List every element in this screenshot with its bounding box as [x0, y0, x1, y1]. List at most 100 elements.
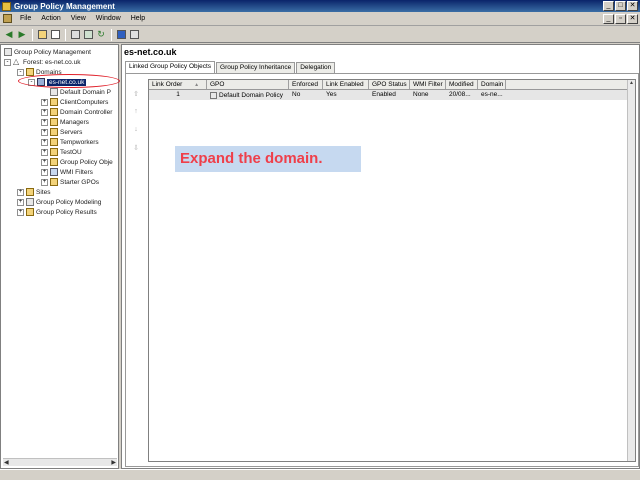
tree-item-starter-gpos[interactable]: + Starter GPOs — [41, 177, 99, 187]
expand-icon[interactable]: + — [41, 128, 48, 136]
expand-icon[interactable]: + — [41, 168, 48, 176]
cell-enforced: No — [292, 91, 301, 98]
help-icon[interactable] — [115, 29, 127, 41]
expand-icon[interactable]: + — [41, 98, 48, 106]
instruction-callout: Expand the domain. — [175, 146, 361, 172]
move-up-icon[interactable]: ↑ — [132, 108, 140, 126]
tree-item-ou[interactable]: + ClientComputers — [41, 97, 108, 107]
link-order-buttons: ⇧ ↑ ↓ ⇩ — [132, 90, 140, 162]
menu-file[interactable]: File — [15, 15, 36, 22]
child-window-controls: _ ▫ ✕ — [603, 14, 638, 24]
gpmc-app-icon — [2, 1, 11, 11]
tree-label: Managers — [60, 118, 89, 126]
menu-window[interactable]: Window — [91, 15, 126, 22]
move-down-icon[interactable]: ↓ — [132, 126, 140, 144]
show-tree-icon[interactable] — [49, 29, 61, 41]
properties-icon[interactable] — [69, 29, 81, 41]
window-controls: _ □ ✕ — [603, 1, 638, 11]
tree-item-forest[interactable]: - △ Forest: es-net.co.uk — [4, 57, 80, 67]
highlight-circle — [18, 74, 120, 88]
cell-modified: 20/08... — [449, 91, 471, 98]
tree-item-group-policy-objects[interactable]: + Group Policy Obje — [41, 157, 113, 167]
scroll-right-icon[interactable]: ▶ — [110, 459, 117, 466]
close-button[interactable]: ✕ — [627, 1, 638, 11]
maximize-button[interactable]: □ — [615, 1, 626, 11]
scope-title: es-net.co.uk — [124, 47, 177, 57]
scroll-left-icon[interactable]: ◀ — [3, 459, 10, 466]
tree-label: Default Domain P — [60, 88, 111, 96]
collapse-icon[interactable]: - — [17, 68, 24, 76]
gpo-link-icon — [210, 91, 217, 99]
column-header-domain[interactable]: Domain — [478, 80, 506, 89]
menu-action[interactable]: Action — [36, 15, 65, 22]
tree-item-default-domain-policy[interactable]: Default Domain P — [50, 87, 111, 97]
child-minimize-button[interactable]: _ — [603, 14, 614, 24]
tree-label: TestOU — [60, 148, 82, 156]
tree-item-gp-results[interactable]: + Group Policy Results — [17, 207, 97, 217]
linked-gpo-list[interactable]: Link Order ▲ GPO Enforced Link Enabled G… — [148, 79, 636, 462]
column-header-link-order[interactable]: Link Order ▲ — [149, 80, 207, 89]
tree-label: Group Policy Management — [14, 48, 91, 56]
modeling-icon — [26, 198, 34, 206]
collapse-icon[interactable]: - — [4, 58, 11, 66]
child-restore-button[interactable]: ▫ — [615, 14, 626, 24]
expand-icon[interactable]: + — [41, 138, 48, 146]
forest-icon: △ — [13, 57, 21, 66]
tree-item-gp-modeling[interactable]: + Group Policy Modeling — [17, 197, 101, 207]
expand-icon[interactable]: + — [17, 198, 24, 206]
tree-label: Domain Controller — [60, 108, 113, 116]
move-top-icon[interactable]: ⇧ — [132, 90, 140, 108]
up-folder-icon[interactable] — [36, 29, 48, 41]
export-icon[interactable] — [82, 29, 94, 41]
menu-view[interactable]: View — [66, 15, 91, 22]
expand-icon[interactable]: + — [17, 208, 24, 216]
ou-folder-icon — [50, 108, 58, 116]
toolbar-separator — [111, 28, 112, 41]
list-vertical-scrollbar[interactable]: ▲ — [627, 80, 635, 461]
tree-item-wmi-filters[interactable]: + WMI Filters — [41, 167, 93, 177]
status-bar — [0, 469, 640, 480]
forward-icon[interactable]: ▶ — [16, 29, 28, 41]
tree-item-sites[interactable]: + Sites — [17, 187, 50, 197]
table-row[interactable]: 1 Default Domain Policy No Yes Enabled N… — [149, 90, 635, 100]
expand-icon[interactable]: + — [17, 188, 24, 196]
expand-icon[interactable]: + — [41, 158, 48, 166]
column-header-modified[interactable]: Modified — [446, 80, 478, 89]
move-bottom-icon[interactable]: ⇩ — [132, 144, 140, 162]
back-icon[interactable]: ◀ — [3, 29, 15, 41]
expand-icon[interactable]: + — [41, 148, 48, 156]
toolbar-separator — [32, 28, 33, 41]
column-header-wmi-filter[interactable]: WMI Filter — [410, 80, 446, 89]
column-header-gpo-status[interactable]: GPO Status — [369, 80, 410, 89]
expand-icon[interactable]: + — [41, 108, 48, 116]
console-tree[interactable]: Group Policy Management - △ Forest: es-n… — [0, 44, 119, 469]
column-header-link-enabled[interactable]: Link Enabled — [323, 80, 369, 89]
cell-link-enabled: Yes — [326, 91, 337, 98]
tree-item-ou[interactable]: + Domain Controller — [41, 107, 112, 117]
wmi-filter-icon — [50, 168, 58, 176]
tree-item-ou[interactable]: + Servers — [41, 127, 82, 137]
window-titlebar: Group Policy Management _ □ ✕ — [0, 0, 640, 12]
menu-help[interactable]: Help — [126, 15, 150, 22]
tree-item-ou[interactable]: + TestOU — [41, 147, 82, 157]
tree-horizontal-scrollbar[interactable]: ◀ ▶ — [3, 458, 117, 466]
refresh-icon[interactable]: ↻ — [95, 29, 107, 41]
child-close-button[interactable]: ✕ — [627, 14, 638, 24]
column-header-enforced[interactable]: Enforced — [289, 80, 323, 89]
expand-icon[interactable]: + — [41, 118, 48, 126]
cell-gpo-status: Enabled — [372, 91, 396, 98]
scroll-up-icon[interactable]: ▲ — [628, 80, 635, 86]
console-menu-icon[interactable] — [3, 14, 12, 23]
ou-folder-icon — [50, 118, 58, 126]
cell-domain: es-ne... — [481, 91, 503, 98]
domains-folder-icon — [26, 68, 34, 76]
column-header-gpo[interactable]: GPO — [207, 80, 289, 89]
tree-item-ou[interactable]: + Tempworkers — [41, 137, 99, 147]
tree-item-gpm-root[interactable]: Group Policy Management — [4, 47, 91, 57]
expand-icon[interactable]: + — [41, 178, 48, 186]
column-label: Link Order — [152, 81, 183, 88]
minimize-button[interactable]: _ — [603, 1, 614, 11]
tree-item-ou[interactable]: + Managers — [41, 117, 89, 127]
gpo-link-icon — [50, 88, 58, 96]
console-icon[interactable] — [128, 29, 140, 41]
